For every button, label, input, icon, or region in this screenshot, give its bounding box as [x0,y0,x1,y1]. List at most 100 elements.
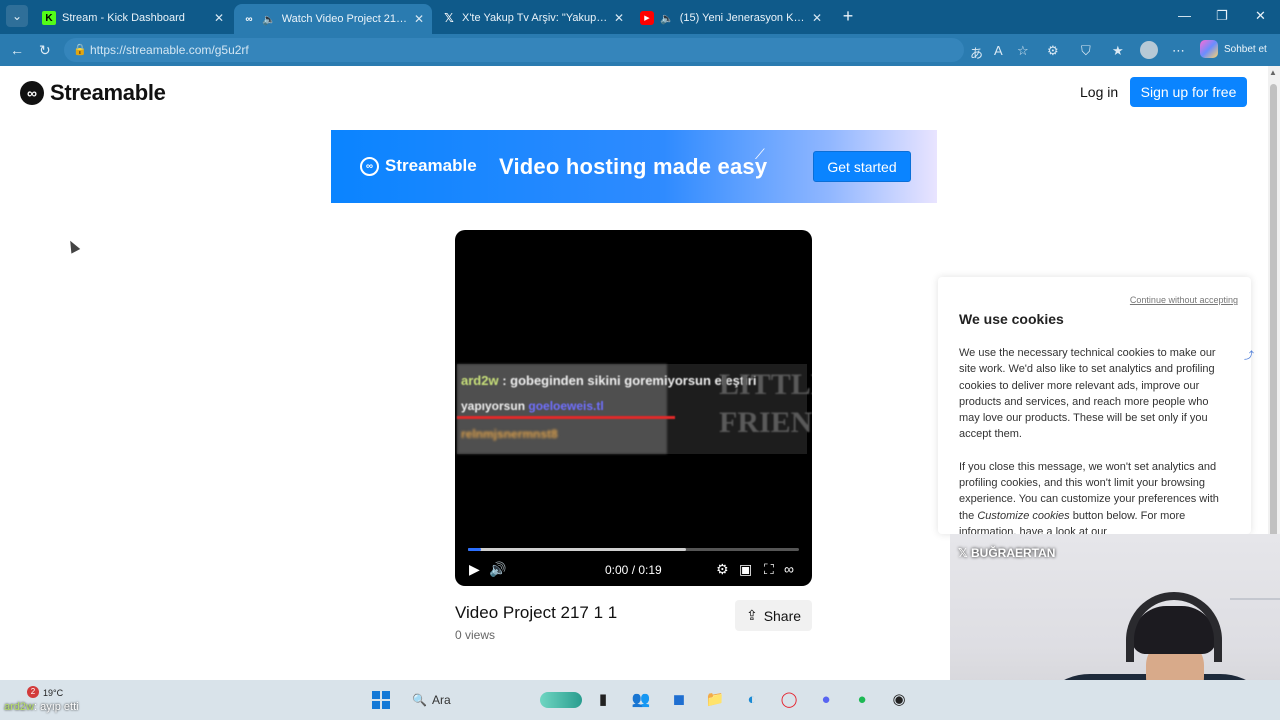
banner-logo: ∞ Streamable [360,156,477,176]
tab-title: X'te Yakup Tv Arşiv: "Yakup Tv fifad [462,12,608,24]
stream-chat-overlay: ard2w: ayıp etti [4,701,79,713]
video-player[interactable]: ard2w : gobeginden sikini goremiyorsun e… [455,230,812,586]
share-button[interactable]: ⇪ Share [735,600,812,631]
widget-bird-icon[interactable] [540,692,582,708]
background-shelf [1230,598,1280,600]
windows-start-icon[interactable] [372,691,390,709]
tab-actions-button[interactable]: ⌄ [6,5,28,27]
obs-icon[interactable]: ◉ [889,690,909,710]
close-icon[interactable]: ✕ [214,11,224,25]
more-options-icon[interactable]: ⋯ [1172,43,1185,59]
infinity-logo-icon: ∞ [20,81,44,105]
cookie-paragraph: We use the necessary technical cookies t… [959,347,1216,441]
opera-icon[interactable]: ◯ [779,690,799,710]
picture-in-picture-icon[interactable]: ▣ [739,561,752,578]
cookie-paragraph: If you close this message, we won't set … [959,460,1219,534]
store-icon[interactable]: ◼ [669,690,689,710]
volume-icon[interactable]: 🔊 [489,561,506,578]
browser-essentials-icon[interactable]: ⛉ [1081,43,1091,59]
kick-favicon-icon: K [42,11,56,25]
scroll-up-arrow-icon[interactable]: ▲ [1269,68,1277,77]
time-display: 0:00 / 0:19 [605,563,662,577]
close-icon[interactable]: ✕ [614,11,624,25]
cookie-consent-panel: Continue without accepting We use cookie… [938,277,1251,534]
copilot-label[interactable]: Sohbet et [1224,44,1267,55]
frame-chat-line: relnmjsnermnst8 [461,427,558,441]
fullscreen-icon[interactable]: ⛶ [764,561,774,578]
share-icon: ⇪ [745,607,758,623]
url-field[interactable]: 🔒 https://streamable.com/g5u2rf [64,38,964,62]
settings-gear-icon[interactable]: ⚙ [716,561,729,578]
banner-logo-text: Streamable [385,156,477,175]
logo-text: Streamable [50,80,166,105]
share-label: Share [763,607,802,624]
login-link[interactable]: Log in [1080,84,1118,100]
frame-red-line [457,416,675,419]
streamer-tag: 𝕏 BUĞRAERTAN [958,546,1056,560]
youtube-favicon-icon: ▶ [640,11,654,25]
tab-bar: ⌄ K Stream - Kick Dashboard ✕ ∞ 🔈 Watch … [0,0,1280,34]
tab-kick-dashboard[interactable]: K Stream - Kick Dashboard ✕ [34,4,232,32]
played-bar [468,548,482,551]
cookie-body: We use the necessary technical cookies t… [959,345,1231,534]
translate-icon[interactable]: あ [970,43,983,62]
tab-title: Watch Video Project 217 1 1 | [281,13,408,25]
streamable-favicon-icon: ∞ [245,13,253,25]
maximize-icon[interactable]: ❐ [1216,8,1228,24]
weather-temperature[interactable]: 19°C [43,688,63,698]
url-text: https://streamable.com/g5u2rf [90,43,249,57]
frame-background-text: LITTLE FRIEND [719,368,812,439]
lock-icon: 🔒 [73,44,87,56]
spotify-icon[interactable]: ● [852,690,872,710]
tab-title: Stream - Kick Dashboard [62,12,185,24]
search-icon: 🔍 [412,693,427,707]
copilot-icon[interactable] [1200,40,1218,58]
profile-avatar[interactable] [1140,41,1158,59]
streamable-watermark-icon[interactable]: ∞ [784,561,794,577]
search-placeholder: Ara [432,693,451,707]
extensions-icon[interactable]: ⚙ [1047,43,1059,59]
favorites-icon[interactable]: ★ [1112,43,1124,59]
x-favicon-icon: 𝕏 [444,11,454,25]
minimize-icon[interactable]: — [1178,8,1191,23]
play-icon[interactable]: ▶ [469,561,480,578]
close-icon[interactable]: ✕ [414,12,424,26]
cookie-title: We use cookies [959,311,1064,327]
signup-button[interactable]: Sign up for free [1130,77,1247,107]
file-explorer-icon[interactable]: 📁 [705,690,725,710]
back-arrow-icon[interactable]: ← [10,42,24,58]
get-started-button[interactable]: Get started [813,151,911,182]
banner-tagline: Video hosting made easy [499,154,768,179]
new-tab-button[interactable]: + [838,6,858,26]
frame-chat-line: ard2w : gobeginden sikini goremiyorsun e… [461,373,757,388]
video-title: Video Project 217 1 1 [455,603,618,622]
frame-chat-line: yapıyorsun goeloeweis.tl [461,399,604,413]
tab-x-yakup[interactable]: 𝕏 X'te Yakup Tv Arşiv: "Yakup Tv fifad ✕ [434,4,632,32]
tab-title: (15) Yeni Jenerasyon Kemal - / [679,12,806,24]
favorite-star-icon[interactable]: ☆ [1017,43,1029,59]
streamable-logo[interactable]: ∞ Streamable [20,80,166,106]
speaker-icon[interactable]: 🔈 [262,13,276,26]
side-panel-icon: ⤴ [1244,351,1254,362]
speaker-icon[interactable]: 🔈 [660,12,674,25]
x-logo-icon: 𝕏 [958,546,968,560]
address-bar-row: ← ↻ 🔒 https://streamable.com/g5u2rf あ A … [0,34,1280,66]
video-frame: ard2w : gobeginden sikini goremiyorsun e… [457,364,812,454]
refresh-icon[interactable]: ↻ [39,42,51,59]
window-close-icon[interactable]: ✕ [1255,8,1266,24]
notification-badge: 2 [27,686,39,698]
task-view-icon[interactable]: ▮ [593,690,613,710]
continue-without-accepting-link[interactable]: Continue without accepting [1130,295,1238,305]
headphones-icon [1126,592,1222,662]
tab-streamable-video[interactable]: ∞ 🔈 Watch Video Project 217 1 1 | ✕ [234,4,432,34]
buffered-bar [468,548,687,551]
infinity-logo-icon: ∞ [360,156,379,176]
video-progress-bar[interactable] [468,548,799,551]
tab-youtube[interactable]: ▶ 🔈 (15) Yeni Jenerasyon Kemal - / ✕ [632,4,830,32]
read-aloud-icon[interactable]: A [994,43,1003,58]
discord-icon[interactable]: ● [816,690,836,710]
ad-banner[interactable]: ∞ Streamable Video hosting made easy ⟋ G… [331,130,937,203]
edge-browser-icon[interactable]: ◐ [742,690,762,710]
teams-icon[interactable]: 👥 [631,690,651,710]
close-icon[interactable]: ✕ [812,11,822,25]
